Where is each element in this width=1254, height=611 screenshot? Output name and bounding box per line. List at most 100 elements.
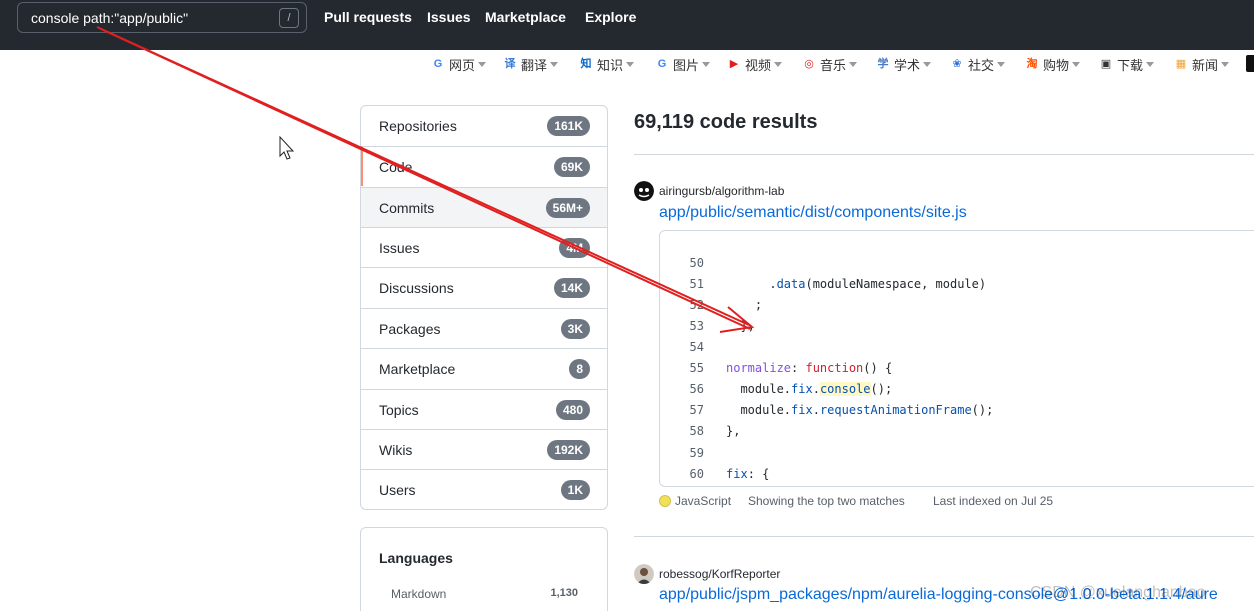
- bookmark-label: 知识: [597, 57, 624, 73]
- news-icon: ▦: [1175, 58, 1187, 70]
- bookmark-item[interactable]: G 图片: [654, 54, 711, 74]
- code-line: 54 normalize: function() {: [689, 340, 893, 375]
- repo-link[interactable]: airingursb/algorithm-lab: [659, 184, 784, 198]
- chevron-down-icon: [1146, 61, 1155, 67]
- bookmark-overflow-icon[interactable]: [1246, 55, 1254, 72]
- filter-sidebar: Repositories 161K Code 69K Commits 56M+ …: [360, 105, 608, 510]
- filter-item-users[interactable]: Users 1K: [361, 469, 607, 509]
- code-line: 50 .data(moduleNamespace, module): [689, 256, 987, 291]
- search-input[interactable]: console path:"app/public" /: [17, 2, 307, 33]
- bookmark-label: 购物: [1043, 57, 1070, 73]
- result-language: JavaScript: [659, 494, 731, 508]
- file-path-link[interactable]: app/public/semantic/dist/components/site…: [659, 204, 967, 222]
- search-query-text: console path:"app/public": [31, 10, 189, 26]
- bookmark-item[interactable]: ▶ 视频: [726, 54, 783, 74]
- bookmark-item[interactable]: G 网页: [430, 54, 487, 74]
- filter-label: Users: [379, 482, 416, 498]
- code-line: 60 console: function() {: [660, 443, 1254, 481]
- nav-marketplace[interactable]: Marketplace: [485, 9, 566, 25]
- filter-label: Topics: [379, 402, 419, 418]
- filter-item-repositories[interactable]: Repositories 161K: [361, 106, 607, 146]
- code-line: 56 module.fix.requestAnimationFrame();: [689, 382, 994, 417]
- repo-link[interactable]: robessog/KorfReporter: [659, 567, 780, 581]
- baidu-icon: ❀: [952, 58, 962, 70]
- filter-item-issues[interactable]: Issues 4M: [361, 227, 607, 267]
- bookmark-label: 音乐: [820, 57, 847, 73]
- filter-count-badge: 56M+: [545, 198, 590, 218]
- language-color-dot: [659, 495, 671, 507]
- code-line: 58: [689, 424, 704, 438]
- top-header: console path:"app/public" / Pull request…: [0, 0, 1254, 50]
- divider: [634, 536, 1254, 537]
- chevron-down-icon: [550, 61, 559, 67]
- divider: [634, 154, 1254, 155]
- chevron-down-icon: [1221, 61, 1230, 67]
- bookmark-item[interactable]: ▣ 下载: [1098, 54, 1155, 74]
- filter-count-badge: 192K: [547, 440, 590, 460]
- translate-icon: 译: [504, 58, 516, 70]
- zhihu-icon: 知: [580, 58, 592, 70]
- results-count-heading: 69,119 code results: [634, 111, 818, 133]
- bookmark-label: 图片: [673, 57, 700, 73]
- bookmark-item[interactable]: 淘购物: [1024, 54, 1081, 74]
- netease-music-icon: ◎: [804, 58, 814, 70]
- filter-label: Repositories: [379, 118, 457, 134]
- filter-count-badge: 161K: [547, 116, 590, 136]
- language-item-markdown[interactable]: Markdown: [391, 587, 446, 601]
- nav-pull-requests[interactable]: Pull requests: [324, 9, 412, 25]
- filter-item-commits[interactable]: Commits 56M+: [361, 187, 607, 227]
- filter-item-marketplace[interactable]: Marketplace 8: [361, 348, 607, 388]
- filter-count-badge: 4M: [559, 238, 590, 258]
- language-count: 1,130: [550, 587, 578, 599]
- bookmark-item[interactable]: 学学术: [875, 54, 932, 74]
- languages-panel: Languages Markdown 1,130: [360, 527, 608, 611]
- chevron-down-icon: [626, 61, 635, 67]
- filter-item-packages[interactable]: Packages 3K: [361, 308, 607, 348]
- filter-label: Marketplace: [379, 361, 456, 377]
- filter-label: Commits: [379, 200, 435, 216]
- code-line: 51 ;: [689, 277, 763, 312]
- filter-item-wikis[interactable]: Wikis 192K: [361, 429, 607, 469]
- filter-item-topics[interactable]: Topics 480: [361, 389, 607, 429]
- code-line: 59 fix: {: [689, 446, 770, 481]
- bookmark-item[interactable]: 译翻译: [502, 54, 559, 74]
- filter-label: Packages: [379, 321, 441, 337]
- chevron-down-icon: [849, 61, 858, 67]
- filter-count-badge: 480: [555, 400, 590, 420]
- languages-title: Languages: [379, 550, 453, 566]
- chevron-down-icon: [997, 61, 1006, 67]
- nav-issues[interactable]: Issues: [427, 9, 471, 25]
- filter-label: Code: [379, 159, 413, 175]
- repo-owner-avatar[interactable]: [634, 181, 654, 201]
- repo-owner-avatar[interactable]: [634, 564, 654, 584]
- bookmark-label: 视频: [745, 57, 772, 73]
- code-line: 52 },: [689, 298, 755, 333]
- filter-label: Discussions: [379, 280, 454, 296]
- bookmark-item[interactable]: ▦ 新闻: [1173, 54, 1230, 74]
- watermark: CSDN @xuelanghanbao: [1030, 584, 1206, 601]
- code-line: 53: [689, 319, 704, 333]
- bookmark-label: 下载: [1117, 57, 1144, 73]
- nav-explore[interactable]: Explore: [585, 9, 636, 25]
- google-icon: G: [433, 58, 443, 70]
- scholar-icon: 学: [877, 58, 889, 70]
- youtube-icon: ▶: [729, 58, 739, 70]
- bookmark-label: 社交: [968, 57, 995, 73]
- code-line: 61 module.debug('Normalizing window.cons…: [660, 465, 1254, 486]
- match-info: Showing the top two matches: [748, 494, 905, 508]
- filter-count-badge: 3K: [560, 319, 590, 339]
- filter-count-badge: 69K: [553, 157, 590, 177]
- code-line: 55 module.fix.console();: [689, 361, 893, 396]
- bookmark-item[interactable]: ◎ 音乐: [801, 54, 858, 74]
- bookmark-label: 新闻: [1192, 57, 1219, 73]
- chevron-down-icon: [923, 61, 932, 67]
- filter-item-discussions[interactable]: Discussions 14K: [361, 267, 607, 307]
- mouse-cursor-icon: [279, 135, 295, 160]
- code-line: 57 },: [689, 403, 741, 438]
- bookmark-item[interactable]: ❀ 社交: [949, 54, 1006, 74]
- download-icon: ▣: [1100, 58, 1112, 70]
- bookmark-item[interactable]: 知知识: [578, 54, 635, 74]
- filter-count-badge: 8: [569, 359, 590, 379]
- code-snippet: 50 .data(moduleNamespace, module) 51 ; 5…: [659, 230, 1254, 487]
- filter-item-code[interactable]: Code 69K: [361, 146, 607, 186]
